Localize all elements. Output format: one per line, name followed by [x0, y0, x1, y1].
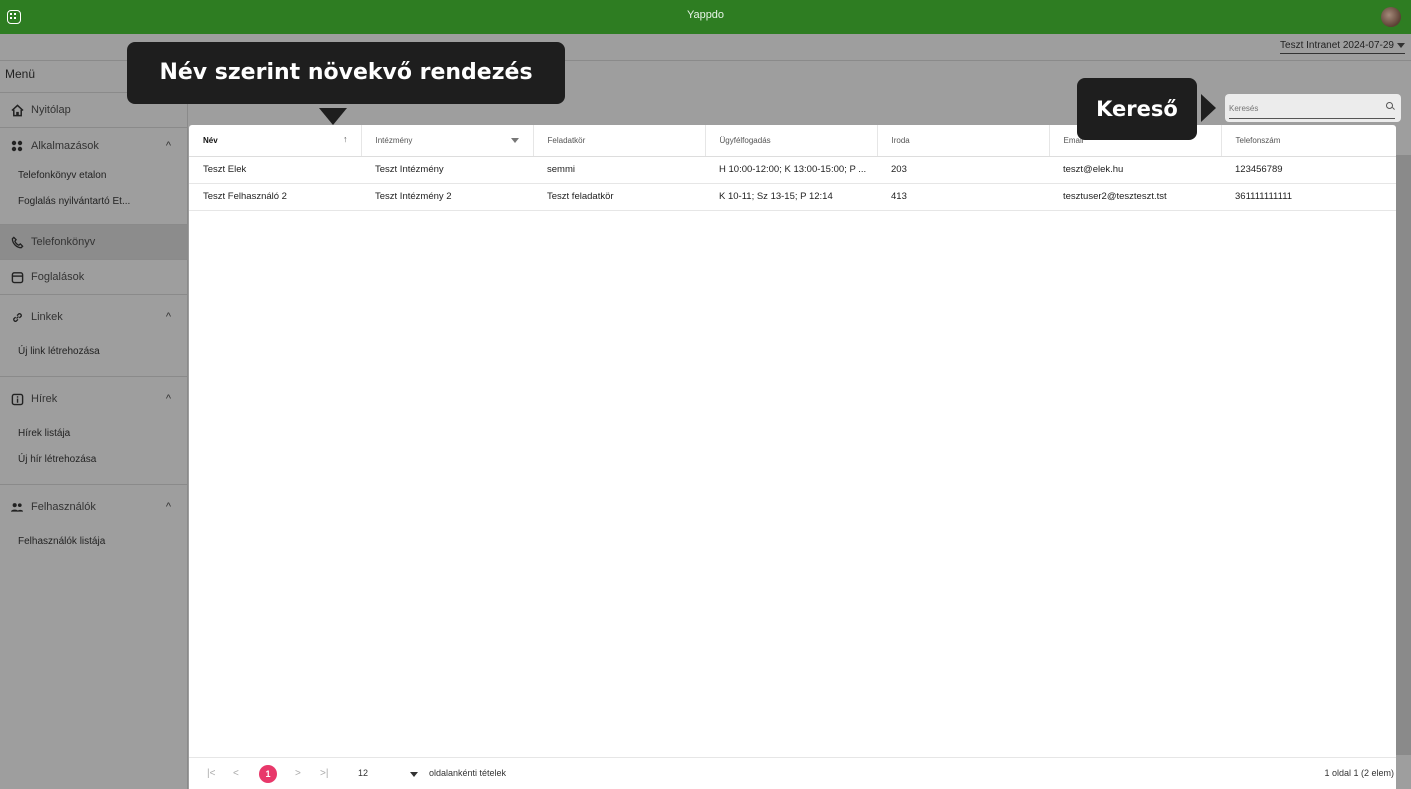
intranet-selector[interactable]: Teszt Intranet 2024-07-29 [1280, 40, 1405, 54]
search-box [1225, 94, 1401, 122]
cell-office-hours: H 10:00-12:00; K 13:00-15:00; P ... [705, 156, 877, 184]
previous-page-icon[interactable]: < [233, 768, 239, 779]
cell-institution: Teszt Intézmény [361, 156, 533, 184]
apps-icon [10, 139, 24, 153]
sidebar-item-label: Foglalások [31, 271, 85, 283]
cell-office-hours: K 10-11; Sz 13-15; P 12:14 [705, 183, 877, 211]
chevron-down-icon [1397, 42, 1405, 48]
tooltip-sort-by-name: Név szerint növekvő rendezés [127, 42, 565, 104]
page-number-current[interactable]: 1 [259, 765, 277, 783]
sidebar-subitem-users-list[interactable]: Felhasználók listája [0, 529, 187, 555]
page-size-label: oldalankénti tételek [429, 768, 507, 778]
cell-name: Teszt Felhasználó 2 [189, 183, 361, 211]
intranet-label: Teszt Intranet 2024-07-29 [1280, 40, 1394, 51]
column-header-label: Iroda [891, 135, 910, 145]
sidebar-subitem-new-news[interactable]: Új hír létrehozása [0, 447, 187, 473]
pagination-info: 1 oldal 1 (2 elem) [1324, 768, 1394, 778]
column-header-phone[interactable]: Telefonszám [1220, 125, 1396, 157]
column-header-name[interactable]: Név ↑ [189, 125, 361, 157]
sidebar-item-label: Linkek [31, 311, 63, 323]
column-header-office[interactable]: Iroda [876, 125, 1049, 157]
cell-email: tesztuser2@teszteszt.tst [1049, 183, 1221, 211]
scrollbar[interactable] [1396, 155, 1411, 755]
next-page-icon[interactable]: > [295, 768, 301, 779]
calendar-icon [10, 270, 24, 284]
column-header-institution[interactable]: Intézmény [360, 125, 533, 157]
tooltip-search: Kereső [1077, 78, 1197, 140]
last-page-icon[interactable]: >| [320, 768, 328, 779]
tooltip-arrow-right [1201, 94, 1216, 122]
sidebar-item-label: Felhasználók [31, 501, 96, 513]
chevron-up-icon[interactable]: ^ [166, 501, 171, 513]
divider [0, 215, 187, 225]
search-input[interactable] [1229, 99, 1379, 117]
pagination: |< < 1 > >| 12 oldalankénti tételek 1 ol… [189, 757, 1396, 789]
cell-phone: 123456789 [1221, 156, 1396, 184]
search-underline [1229, 118, 1395, 119]
sidebar-item-news[interactable]: Hírek ^ [0, 377, 187, 421]
cell-role: Teszt feladatkör [533, 183, 705, 211]
chevron-up-icon[interactable]: ^ [166, 311, 171, 323]
column-header-label: Intézmény [375, 135, 413, 145]
sidebar-item-links[interactable]: Linkek ^ [0, 295, 187, 339]
column-header-label: Név [203, 135, 218, 145]
divider [0, 365, 187, 377]
column-header-label: Telefonszám [1235, 135, 1281, 145]
chevron-down-icon[interactable] [410, 772, 418, 777]
page-size-select[interactable]: 12 [358, 768, 368, 778]
cell-office: 203 [877, 156, 1049, 184]
sort-ascending-icon[interactable]: ↑ [343, 134, 348, 144]
phonebook-table-card: Név ↑ Intézmény Feladatkör Ügyfélfogadás … [189, 125, 1396, 789]
sidebar-subitem-booking-registry[interactable]: Foglalás nyilvántartó Et... [0, 189, 187, 215]
column-header-label: Ügyfélfogadás [719, 135, 771, 145]
info-icon [10, 392, 24, 406]
home-icon [10, 103, 24, 117]
phone-icon [10, 235, 24, 249]
cell-phone: 361111111111 [1221, 183, 1396, 211]
top-bar: Yappdo [0, 0, 1411, 34]
column-header-label: Feladatkör [547, 135, 586, 145]
table-row[interactable]: Teszt Elek Teszt Intézmény semmi H 10:00… [189, 156, 1396, 184]
sidebar-item-label: Hírek [31, 393, 58, 405]
divider [0, 473, 187, 485]
column-header-role[interactable]: Feladatkör [532, 125, 705, 157]
search-icon[interactable] [1386, 102, 1393, 109]
sidebar-item-apps[interactable]: Alkalmazások ^ [0, 128, 187, 163]
chevron-up-icon[interactable]: ^ [166, 393, 171, 405]
sidebar-subitem-phonebook-etalon[interactable]: Telefonkönyv etalon [0, 163, 187, 189]
table-header-row: Név ↑ Intézmény Feladatkör Ügyfélfogadás … [189, 125, 1396, 157]
filter-dropdown-icon[interactable] [510, 138, 519, 143]
table-row[interactable]: Teszt Felhasználó 2 Teszt Intézmény 2 Te… [189, 183, 1396, 211]
sidebar-subitem-new-link[interactable]: Új link létrehozása [0, 339, 187, 365]
chevron-up-icon[interactable]: ^ [166, 140, 171, 152]
link-icon [10, 310, 24, 324]
cell-office: 413 [877, 183, 1049, 211]
sidebar-subitem-news-list[interactable]: Hírek listája [0, 421, 187, 447]
phonebook-table: Név ↑ Intézmény Feladatkör Ügyfélfogadás … [189, 125, 1396, 211]
sidebar-item-label: Alkalmazások [31, 139, 99, 152]
sidebar-item-phonebook[interactable]: Telefonkönyv [0, 225, 187, 260]
sidebar: Menü Nyitólap Alkalmazások ^ Telefonköny… [0, 61, 188, 789]
cell-email: teszt@elek.hu [1049, 156, 1221, 184]
first-page-icon[interactable]: |< [207, 768, 215, 779]
avatar[interactable] [1381, 7, 1401, 27]
sidebar-item-label: Nyitólap [31, 104, 71, 116]
sidebar-item-label: Telefonkönyv [31, 236, 96, 248]
cell-name: Teszt Elek [189, 156, 361, 184]
cell-role: semmi [533, 156, 705, 184]
sidebar-item-bookings[interactable]: Foglalások [0, 260, 187, 295]
sidebar-item-users[interactable]: Felhasználók ^ [0, 485, 187, 529]
column-header-office-hours[interactable]: Ügyfélfogadás [704, 125, 877, 157]
tooltip-arrow-down [319, 108, 347, 125]
cell-institution: Teszt Intézmény 2 [361, 183, 533, 211]
app-title: Yappdo [686, 9, 725, 21]
users-icon [10, 500, 24, 514]
